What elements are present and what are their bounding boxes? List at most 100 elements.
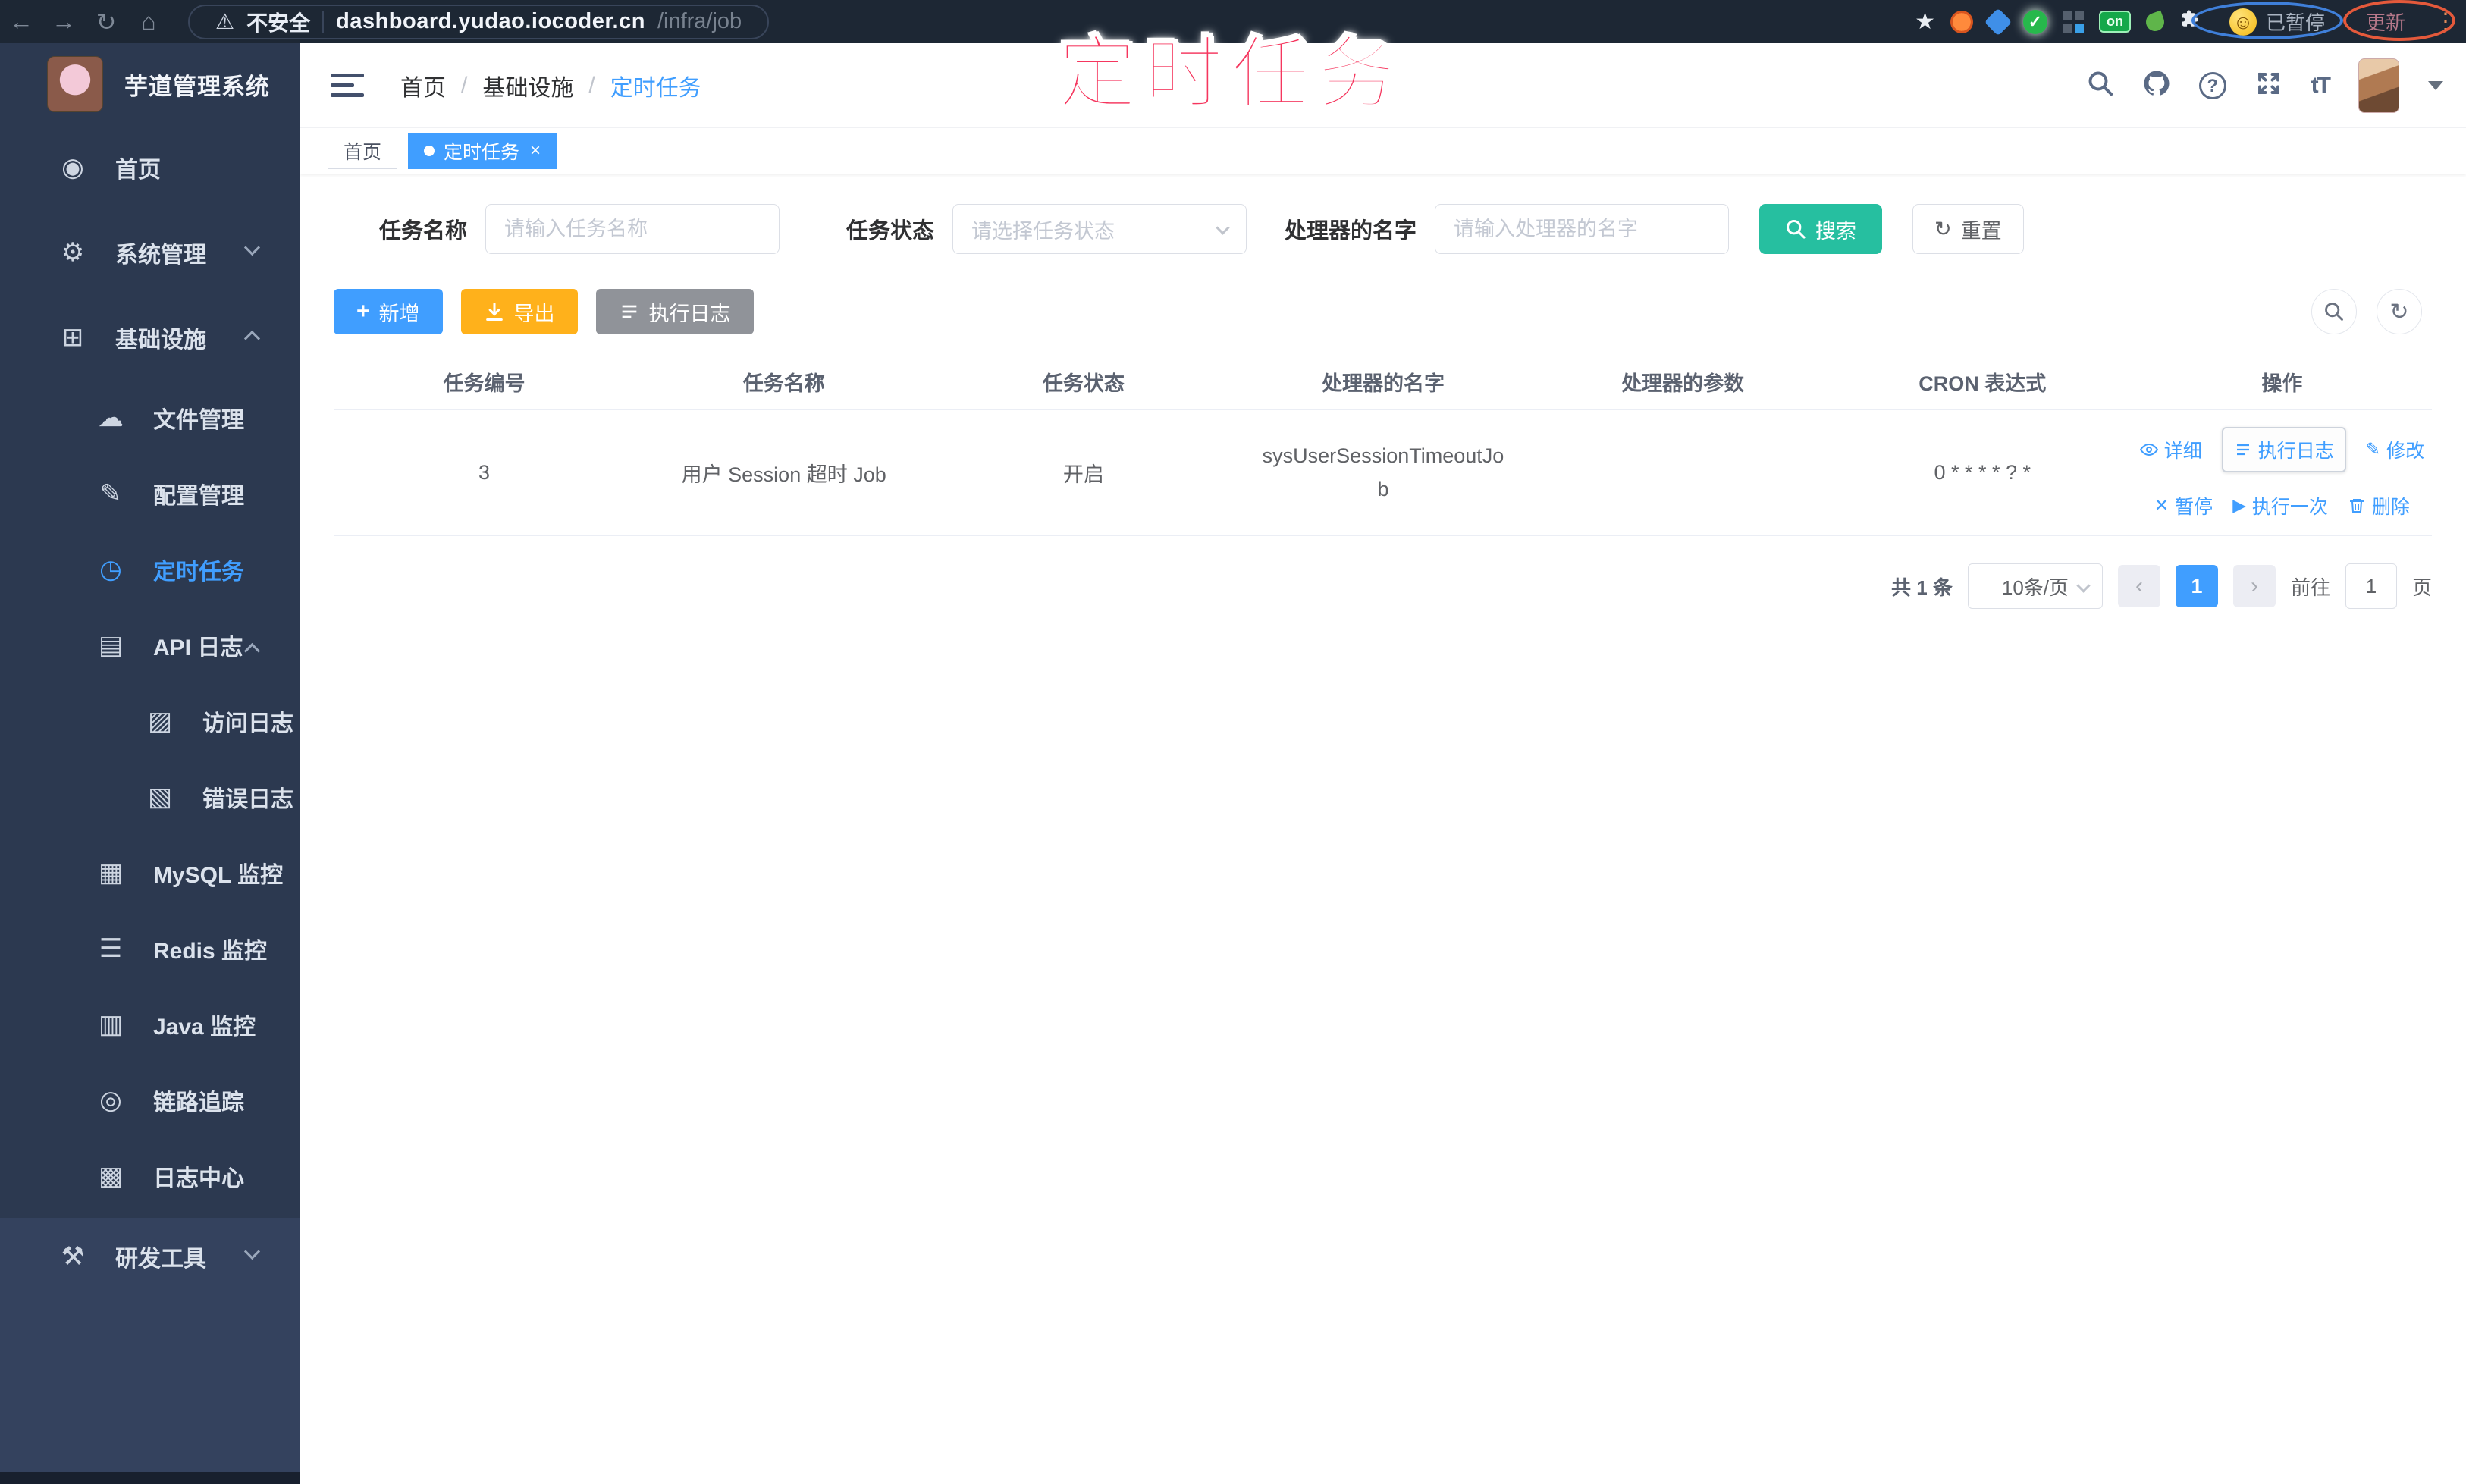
github-icon[interactable] bbox=[2143, 70, 2170, 101]
task-name-input[interactable] bbox=[485, 204, 780, 254]
run-once-link[interactable]: ▶ 执行一次 bbox=[2232, 492, 2328, 519]
breadcrumb-home[interactable]: 首页 bbox=[400, 69, 446, 102]
sidebar-item-config-management[interactable]: ✎ 配置管理 bbox=[0, 456, 300, 532]
browser-update-button[interactable]: 更新 bbox=[2352, 3, 2419, 40]
col-task-status: 任务状态 bbox=[1042, 372, 1125, 395]
delete-link[interactable]: 删除 bbox=[2348, 492, 2410, 519]
sidebar-footer-strip bbox=[0, 1472, 300, 1484]
extensions-puzzle-icon[interactable] bbox=[2179, 8, 2202, 35]
log-center-icon: ▩ bbox=[98, 1162, 124, 1191]
sidebar-item-api-logs[interactable]: ▤ API 日志 bbox=[0, 607, 300, 683]
browser-home-icon[interactable]: ⌂ bbox=[127, 8, 170, 36]
fullscreen-icon[interactable] bbox=[2255, 70, 2282, 101]
refresh-table-button[interactable]: ↻ bbox=[2377, 289, 2422, 334]
sidebar-item-trace[interactable]: ◎ 链路追踪 bbox=[0, 1062, 300, 1138]
task-name-label: 任务名称 bbox=[379, 219, 468, 243]
table-row: 3 用户 Session 超时 Job 开启 sysUserSessionTim… bbox=[334, 410, 2432, 536]
tag-scheduled-tasks[interactable]: 定时任务 × bbox=[408, 133, 557, 169]
sidebar-item-label: 首页 bbox=[115, 158, 161, 183]
cloud-upload-icon: ☁ bbox=[98, 403, 124, 432]
play-icon: ▶ bbox=[2232, 495, 2246, 515]
sidebar-item-label: 链路追踪 bbox=[153, 1090, 244, 1115]
search-button[interactable]: 搜索 bbox=[1759, 204, 1883, 254]
cell-task-status: 开启 bbox=[1062, 463, 1104, 486]
sidebar-item-dev-tools[interactable]: ⚒ 研发工具 bbox=[0, 1214, 300, 1299]
detail-link[interactable]: 详细 bbox=[2139, 436, 2202, 463]
sidebar-item-access-logs[interactable]: ▨ 访问日志 bbox=[0, 683, 300, 759]
mysql-icon: ▦ bbox=[98, 858, 124, 887]
chevron-up-icon bbox=[243, 642, 261, 660]
page-size-select[interactable]: 10条/页 bbox=[1967, 563, 2103, 609]
api-log-icon: ▤ bbox=[98, 631, 124, 660]
sidebar-item-home[interactable]: ◉ 首页 bbox=[0, 125, 300, 210]
sidebar-item-system-management[interactable]: ⚙ 系统管理 bbox=[0, 210, 300, 295]
browser-reload-icon[interactable]: ↻ bbox=[85, 8, 127, 36]
browser-forward-icon[interactable]: → bbox=[42, 8, 85, 36]
sidebar-item-label: 访问日志 bbox=[202, 711, 293, 736]
eye-icon bbox=[2139, 443, 2158, 456]
exec-log-link[interactable]: 执行日志 bbox=[2221, 426, 2346, 472]
chevron-up-icon bbox=[243, 330, 261, 347]
caret-down-icon[interactable] bbox=[2428, 80, 2443, 90]
cell-handler-name: sysUserSessionTimeoutJob bbox=[1262, 444, 1504, 500]
current-page-button[interactable]: 1 bbox=[2175, 565, 2218, 607]
url-domain[interactable]: dashboard.yudao.iocoder.cn bbox=[336, 9, 645, 34]
toolbox-icon: ⚒ bbox=[61, 1242, 85, 1271]
sidebar-logo[interactable]: 芋道管理系统 bbox=[0, 43, 300, 125]
exec-log-button[interactable]: 执行日志 bbox=[595, 289, 754, 334]
emoji-avatar-icon: ☺ bbox=[2229, 8, 2257, 36]
modify-link[interactable]: ✎ 修改 bbox=[2366, 436, 2424, 463]
font-size-icon[interactable]: tT bbox=[2311, 73, 2331, 99]
browser-menu-kebab-icon[interactable]: ⋮ bbox=[2434, 8, 2457, 35]
add-button[interactable]: + 新增 bbox=[334, 289, 443, 334]
browser-back-icon[interactable]: ← bbox=[0, 8, 42, 36]
table-toolbar: + 新增 导出 执行日志 bbox=[334, 289, 754, 334]
plus-icon: + bbox=[356, 299, 370, 324]
export-button[interactable]: 导出 bbox=[460, 289, 578, 334]
extension-leaf-icon[interactable] bbox=[2143, 10, 2167, 33]
extension-grid-icon[interactable] bbox=[2062, 11, 2084, 33]
sidebar-item-mysql-monitor[interactable]: ▦ MySQL 监控 bbox=[0, 835, 300, 911]
toggle-search-button[interactable] bbox=[2311, 289, 2357, 334]
breadcrumb-separator: / bbox=[461, 72, 468, 98]
help-icon[interactable]: ? bbox=[2198, 71, 2226, 99]
sidebar-item-java-monitor[interactable]: ▥ Java 监控 bbox=[0, 987, 300, 1062]
error-log-icon: ▧ bbox=[147, 783, 173, 811]
chevron-down-icon bbox=[243, 1243, 261, 1260]
extension-orange-icon[interactable] bbox=[1950, 10, 1973, 33]
goto-page-input[interactable] bbox=[2345, 563, 2397, 609]
sidebar-item-label: 系统管理 bbox=[115, 243, 206, 268]
list-icon bbox=[622, 305, 636, 318]
hamburger-icon[interactable] bbox=[331, 67, 364, 103]
close-icon[interactable]: × bbox=[530, 140, 541, 162]
sidebar-item-infrastructure[interactable]: ⊞ 基础设施 bbox=[0, 295, 300, 380]
task-status-select[interactable]: 请选择任务状态 bbox=[952, 204, 1247, 254]
prev-page-button[interactable]: ‹ bbox=[2117, 565, 2160, 607]
sidebar-item-error-logs[interactable]: ▧ 错误日志 bbox=[0, 759, 300, 835]
bookmark-star-icon[interactable]: ★ bbox=[1915, 8, 1935, 35]
eye-icon: ◎ bbox=[99, 1086, 122, 1115]
chevron-down-icon bbox=[1216, 221, 1230, 235]
breadcrumb-infrastructure[interactable]: 基础设施 bbox=[482, 69, 573, 102]
handler-name-input[interactable] bbox=[1435, 204, 1730, 254]
sidebar-item-file-management[interactable]: ☁ 文件管理 bbox=[0, 380, 300, 456]
security-warning-label[interactable]: 不安全 bbox=[246, 7, 310, 37]
extension-on-badge[interactable]: on bbox=[2098, 11, 2131, 33]
sidebar-item-scheduled-tasks[interactable]: ◷ 定时任务 bbox=[0, 532, 300, 607]
sidebar-item-log-center[interactable]: ▩ 日志中心 bbox=[0, 1138, 300, 1214]
cell-cron: 0 * * * * ? * bbox=[1934, 461, 2031, 484]
address-bar[interactable]: ⚠ 不安全 dashboard.yudao.iocoder.cn /infra/… bbox=[188, 4, 770, 39]
sidebar-item-redis-monitor[interactable]: ☰ Redis 监控 bbox=[0, 911, 300, 987]
browser-profile-chip[interactable]: ☺ 已暂停 bbox=[2217, 5, 2337, 39]
page-unit-label: 页 bbox=[2411, 576, 2432, 599]
sidebar-item-label: Redis 监控 bbox=[153, 939, 268, 964]
next-page-button[interactable]: › bbox=[2232, 565, 2276, 607]
extension-green-check-icon[interactable]: ✓ bbox=[2022, 9, 2047, 34]
tag-home[interactable]: 首页 bbox=[328, 133, 398, 169]
pause-link[interactable]: ✕ 暂停 bbox=[2154, 492, 2213, 519]
extension-gem-icon[interactable] bbox=[1984, 8, 2013, 36]
reset-button[interactable]: ↻ 重置 bbox=[1912, 204, 2024, 254]
search-icon[interactable] bbox=[2087, 70, 2114, 101]
app-window: ← → ↻ ⌂ ⚠ 不安全 dashboard.yudao.iocoder.cn… bbox=[0, 0, 2466, 1484]
user-avatar[interactable] bbox=[2358, 58, 2399, 113]
